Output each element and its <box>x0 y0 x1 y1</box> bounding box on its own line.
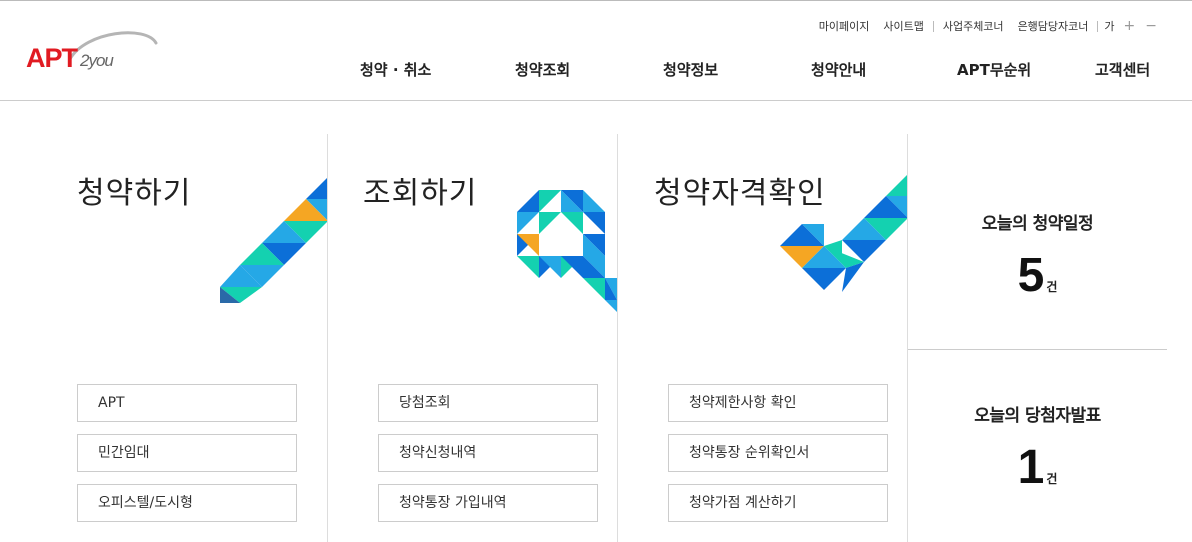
util-link-mypage[interactable]: 마이페이지 <box>812 18 877 34</box>
gnb-apply-cancel[interactable]: 청약 · 취소 <box>360 59 431 80</box>
today-schedule-unit: 건 <box>1046 280 1058 294</box>
today-winners-box[interactable]: 오늘의 당첨자발표 1건 <box>908 401 1167 503</box>
officetel-button[interactable]: 오피스텔/도시형 <box>77 484 297 522</box>
utility-menu: 마이페이지 사이트맵 사업주체코너 은행담당자코너 가 + − <box>812 18 1162 34</box>
magnifier-icon <box>517 190 617 312</box>
today-winners-count-wrap: 1건 <box>908 444 1167 503</box>
inquiry-title: 조회하기 <box>363 176 478 211</box>
gnb-customer-center[interactable]: 고객센터 <box>1095 59 1150 80</box>
inquiry-button-list: 당첨조회 청약신청내역 청약통장 가입내역 <box>378 384 598 534</box>
util-link-bank-corner[interactable]: 은행담당자코너 <box>1011 18 1096 34</box>
gnb-inquiry[interactable]: 청약조회 <box>515 59 570 80</box>
util-link-business-corner[interactable]: 사업주체코너 <box>936 18 1011 34</box>
util-divider <box>1097 20 1099 32</box>
font-increase-button[interactable]: + <box>1119 18 1141 34</box>
today-schedule-box[interactable]: 오늘의 청약일정 5건 <box>908 209 1167 311</box>
today-winners-unit: 건 <box>1046 472 1058 486</box>
qualification-button-list: 청약제한사항 확인 청약통장 순위확인서 청약가점 계산하기 <box>668 384 888 534</box>
main-navigation: 청약 · 취소 청약조회 청약정보 청약안내 APT무순위 고객센터 <box>0 59 1192 81</box>
account-history-button[interactable]: 청약통장 가입내역 <box>378 484 598 522</box>
apply-title: 청약하기 <box>77 176 192 211</box>
qualification-section: 청약자격확인 청약제한사항 확인 청약통장 순위확인서 청약가점 계산하기 <box>618 134 908 542</box>
gnb-guide[interactable]: 청약안내 <box>811 59 866 80</box>
checkmark-icon <box>780 174 908 292</box>
today-schedule-title: 오늘의 청약일정 <box>981 214 1094 234</box>
today-winners-count: 1 <box>1017 441 1045 494</box>
inquiry-section: 조회하기 당첨조회 청약신청내역 청약통장 가입내역 <box>328 134 617 542</box>
gnb-info[interactable]: 청약정보 <box>663 59 718 80</box>
apt-apply-button[interactable]: APT <box>77 384 297 422</box>
application-history-button[interactable]: 청약신청내역 <box>378 434 598 472</box>
today-schedule-count-wrap: 5건 <box>908 252 1167 311</box>
winning-inquiry-button[interactable]: 당첨조회 <box>378 384 598 422</box>
stats-divider <box>908 349 1167 350</box>
site-header: APT 2you 마이페이지 사이트맵 사업주체코너 은행담당자코너 가 + −… <box>0 1 1192 101</box>
today-winners-title: 오늘의 당첨자발표 <box>974 406 1101 426</box>
apply-section: 청약하기 APT 민간임대 오피스텔/도시형 <box>0 134 328 542</box>
private-rental-button[interactable]: 민간임대 <box>77 434 297 472</box>
score-calculator-button[interactable]: 청약가점 계산하기 <box>668 484 888 522</box>
font-size-label: 가 <box>1104 20 1115 33</box>
gnb-apt-unranked[interactable]: APT무순위 <box>957 59 1031 80</box>
apply-button-list: APT 민간임대 오피스텔/도시형 <box>77 384 297 534</box>
util-divider <box>932 20 934 32</box>
restriction-check-button[interactable]: 청약제한사항 확인 <box>668 384 888 422</box>
rank-certificate-button[interactable]: 청약통장 순위확인서 <box>668 434 888 472</box>
util-link-sitemap[interactable]: 사이트맵 <box>876 18 930 34</box>
today-schedule-count: 5 <box>1017 249 1045 302</box>
font-decrease-button[interactable]: − <box>1140 18 1162 34</box>
pencil-icon <box>220 177 328 303</box>
